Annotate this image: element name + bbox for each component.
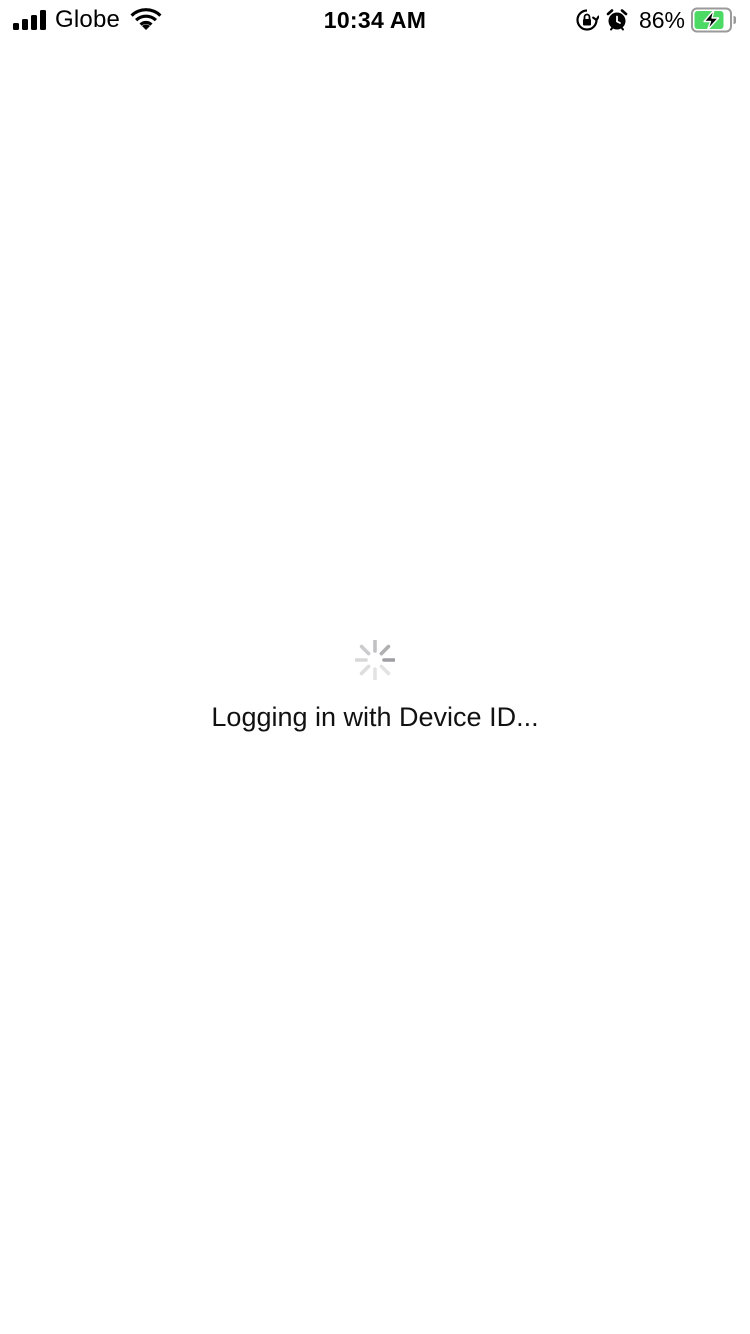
activity-spinner-icon — [355, 640, 395, 680]
alarm-icon — [606, 9, 628, 31]
screen: Globe 10:34 AM 86% Logging in with Devic… — [0, 0, 750, 1334]
battery-charging-icon — [691, 7, 736, 33]
spinner-spoke — [379, 664, 391, 676]
rotation-lock-icon — [576, 9, 599, 31]
battery-percent: 86% — [638, 7, 685, 33]
loading-message: Logging in with Device ID... — [211, 702, 539, 732]
status-bar-right: 86% — [575, 6, 737, 34]
spinner-spoke — [359, 664, 371, 676]
status-bar: Globe 10:34 AM 86% — [0, 0, 750, 40]
spinner-spoke — [359, 644, 371, 656]
spinner-spoke — [379, 644, 391, 656]
